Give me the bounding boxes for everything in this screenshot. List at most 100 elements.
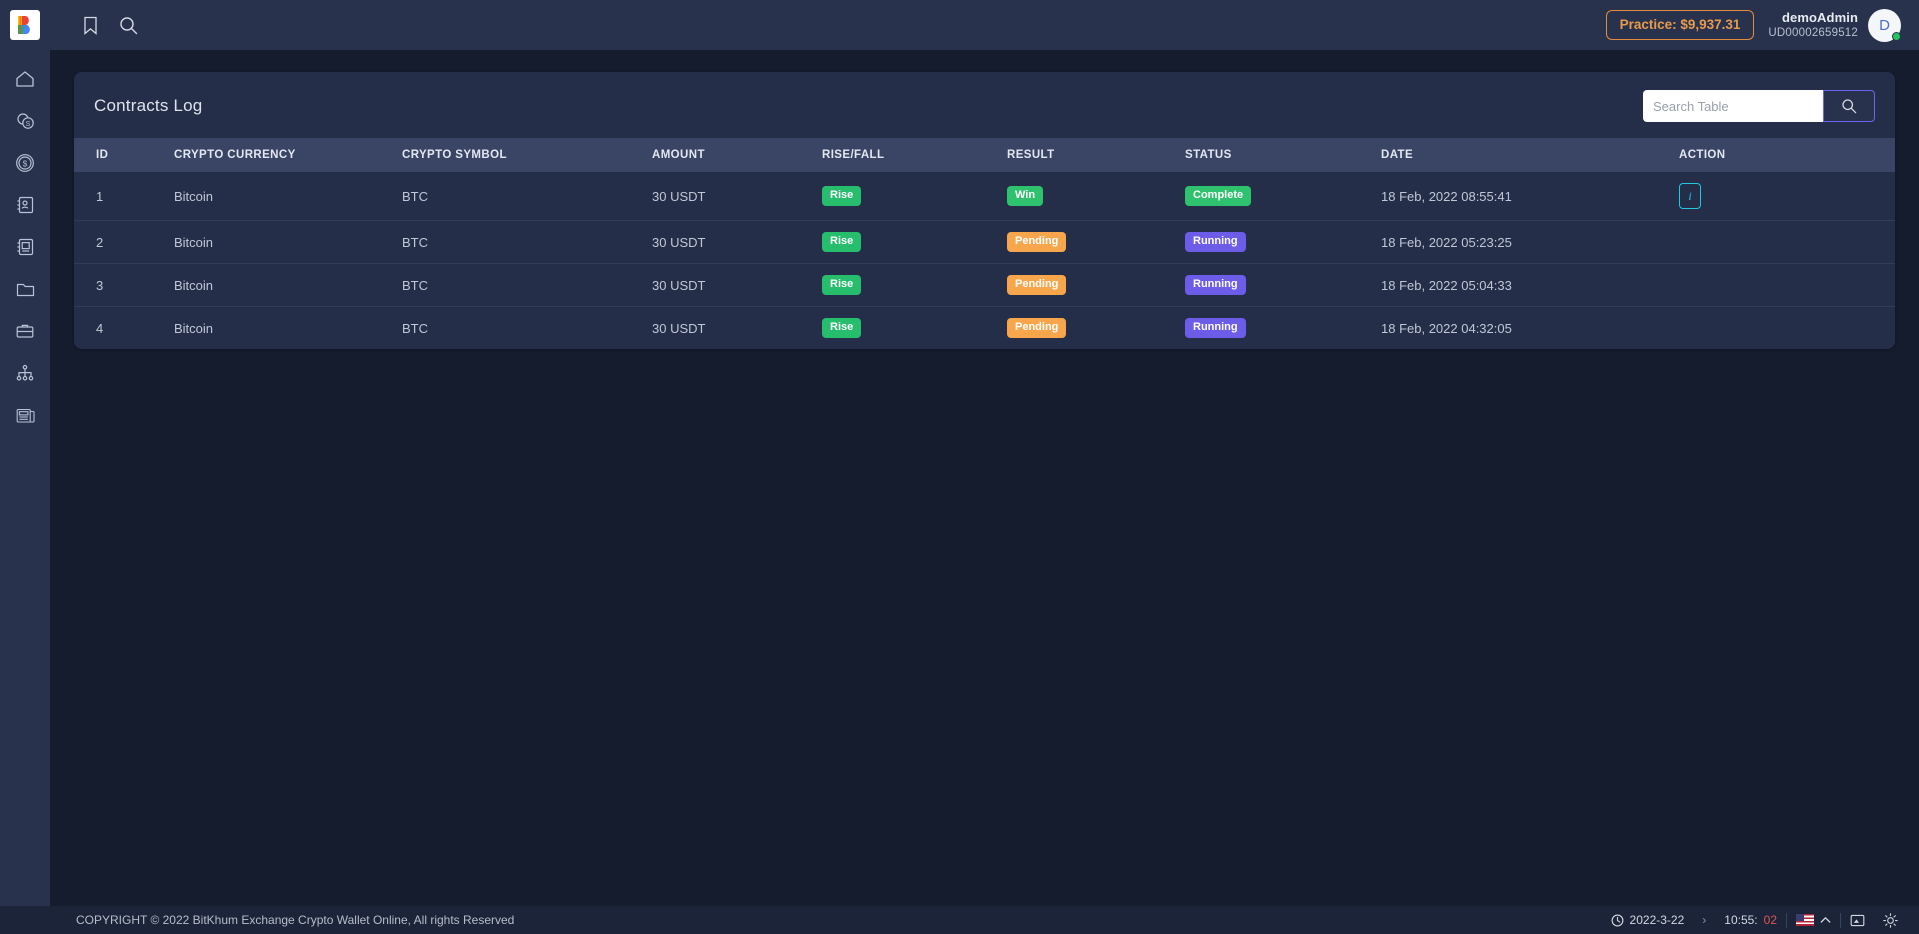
user-name: demoAdmin	[1768, 10, 1858, 26]
column-header-date[interactable]: DATE	[1381, 138, 1679, 172]
cell-id: 2	[74, 221, 174, 264]
svg-text:$: $	[23, 159, 28, 168]
main-content: Contracts Log ID	[50, 50, 1919, 906]
practice-balance-badge[interactable]: Practice: $9,937.31	[1606, 10, 1755, 41]
result-badge-cell: Pending	[1007, 221, 1185, 264]
newspaper-icon	[15, 406, 36, 425]
bookmark-icon[interactable]	[80, 15, 100, 35]
result-badge: Pending	[1007, 275, 1066, 295]
status-badge: Running	[1185, 232, 1246, 252]
table-header: ID CRYPTO CURRENCY CRYPTO SYMBOL AMOUNT …	[74, 138, 1895, 172]
sidebar-item-coins[interactable]: S	[10, 108, 40, 134]
table-body: 1BitcoinBTC30 USDTRiseWinComplete18 Feb,…	[74, 172, 1895, 349]
taskbar-brightness-button[interactable]	[1874, 906, 1907, 934]
taskbar-time-text: 10:55:	[1724, 913, 1757, 927]
status-badge: Running	[1185, 318, 1246, 338]
briefcase-icon	[15, 322, 35, 340]
result-badge-cell: Win	[1007, 172, 1185, 221]
column-header-amount[interactable]: AMOUNT	[652, 138, 822, 172]
sidebar-item-folder[interactable]	[10, 276, 40, 302]
cell-id: 1	[74, 172, 174, 221]
search-input[interactable]	[1643, 90, 1823, 122]
risefall-badge-cell: Rise	[822, 172, 1007, 221]
svg-text:S: S	[25, 121, 30, 128]
cell-symbol: BTC	[402, 264, 652, 307]
result-badge: Win	[1007, 186, 1043, 206]
search-submit-button[interactable]	[1823, 90, 1875, 122]
search-icon	[1841, 98, 1857, 114]
taskbar-date-text: 2022-3-22	[1630, 913, 1685, 927]
column-header-symbol[interactable]: CRYPTO SYMBOL	[402, 138, 652, 172]
avatar-wrap[interactable]: D	[1868, 9, 1901, 42]
contracts-log-card: Contracts Log ID	[74, 72, 1895, 349]
cell-currency: Bitcoin	[174, 264, 402, 307]
sidebar-item-portfolio[interactable]	[10, 318, 40, 344]
top-bar-icon-group	[80, 15, 138, 35]
brightness-icon	[1883, 913, 1898, 928]
cell-action: i	[1679, 172, 1895, 221]
top-bar: Practice: $9,937.31 demoAdmin UD00002659…	[0, 0, 1919, 50]
column-header-risefall[interactable]: RISE/FALL	[822, 138, 1007, 172]
folder-icon	[15, 280, 36, 298]
cell-date: 18 Feb, 2022 05:23:25	[1381, 221, 1679, 264]
table-search-group	[1643, 90, 1875, 122]
sidebar-item-funds[interactable]: $	[10, 150, 40, 176]
table-row[interactable]: 1BitcoinBTC30 USDTRiseWinComplete18 Feb,…	[74, 172, 1895, 221]
status-badge: Running	[1185, 275, 1246, 295]
footer-bar: COPYRIGHT © 2022 BitKhum Exchange Crypto…	[0, 906, 1919, 934]
screen-icon	[1850, 914, 1865, 927]
status-badge-cell: Running	[1185, 264, 1381, 307]
column-header-id[interactable]: ID	[74, 138, 174, 172]
cell-amount: 30 USDT	[652, 307, 822, 350]
news-card-icon	[16, 237, 35, 257]
result-badge-cell: Pending	[1007, 264, 1185, 307]
risefall-badge: Rise	[822, 318, 861, 338]
dollar-circle-icon: $	[15, 153, 35, 173]
column-header-currency[interactable]: CRYPTO CURRENCY	[174, 138, 402, 172]
result-badge: Pending	[1007, 232, 1066, 252]
cell-id: 3	[74, 264, 174, 307]
taskbar-time[interactable]: 10:55:02	[1715, 906, 1786, 934]
status-badge-cell: Running	[1185, 221, 1381, 264]
app-root: Practice: $9,937.31 demoAdmin UD00002659…	[0, 0, 1919, 934]
cell-date: 18 Feb, 2022 05:04:33	[1381, 264, 1679, 307]
coins-icon: S	[15, 112, 36, 130]
user-id: UD00002659512	[1768, 26, 1858, 40]
cell-symbol: BTC	[402, 307, 652, 350]
cell-symbol: BTC	[402, 172, 652, 221]
sidebar-item-reports[interactable]	[10, 402, 40, 428]
cell-action	[1679, 221, 1895, 264]
cell-currency: Bitcoin	[174, 221, 402, 264]
table-row[interactable]: 4BitcoinBTC30 USDTRisePendingRunning18 F…	[74, 307, 1895, 350]
table-row[interactable]: 2BitcoinBTC30 USDTRisePendingRunning18 F…	[74, 221, 1895, 264]
risefall-badge: Rise	[822, 186, 861, 206]
result-badge-cell: Pending	[1007, 307, 1185, 350]
sidebar-item-contacts[interactable]	[10, 192, 40, 218]
logo-tile	[10, 10, 40, 40]
column-header-status[interactable]: STATUS	[1185, 138, 1381, 172]
status-badge: Complete	[1185, 186, 1251, 206]
taskbar-input-language[interactable]	[1787, 906, 1840, 934]
taskbar: 2022-3-22 › 10:55:02	[1602, 906, 1919, 934]
user-text: demoAdmin UD00002659512	[1768, 10, 1858, 41]
sidebar-item-home[interactable]	[10, 66, 40, 92]
info-icon-button[interactable]: i	[1679, 183, 1701, 209]
sidebar-item-network[interactable]	[10, 360, 40, 386]
cell-amount: 30 USDT	[652, 264, 822, 307]
sitemap-icon	[15, 364, 35, 382]
status-badge-cell: Running	[1185, 307, 1381, 350]
user-menu[interactable]: demoAdmin UD00002659512 D	[1768, 9, 1901, 42]
app-logo[interactable]	[0, 0, 50, 50]
table-row[interactable]: 3BitcoinBTC30 USDTRisePendingRunning18 F…	[74, 264, 1895, 307]
sidebar-item-news[interactable]	[10, 234, 40, 260]
page-title: Contracts Log	[94, 96, 202, 116]
bitkhum-b-logo-icon	[14, 14, 36, 36]
taskbar-screen-button[interactable]	[1841, 906, 1874, 934]
home-icon	[15, 70, 35, 88]
copyright-text: COPYRIGHT © 2022 BitKhum Exchange Crypto…	[0, 913, 514, 927]
search-icon[interactable]	[118, 15, 138, 35]
contracts-table: ID CRYPTO CURRENCY CRYPTO SYMBOL AMOUNT …	[74, 138, 1895, 349]
column-header-result[interactable]: RESULT	[1007, 138, 1185, 172]
taskbar-date[interactable]: 2022-3-22	[1602, 906, 1694, 934]
us-flag-icon	[1796, 914, 1814, 926]
